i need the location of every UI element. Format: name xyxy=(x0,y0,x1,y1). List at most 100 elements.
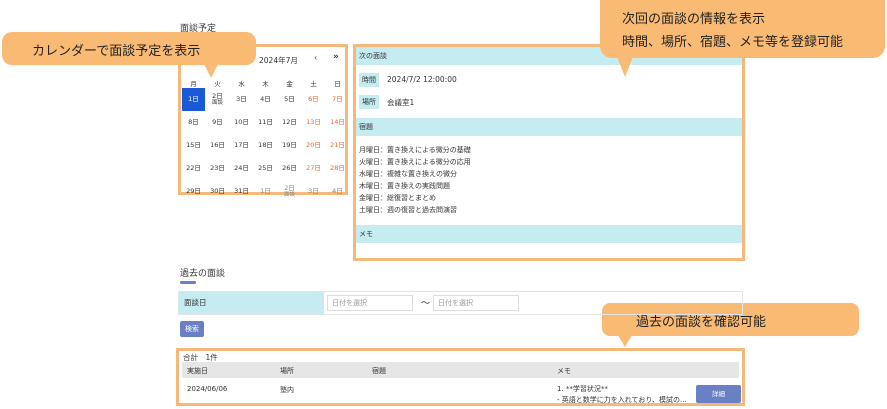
calendar-day[interactable]: 3日 xyxy=(230,88,253,111)
day-number: 10日 xyxy=(234,118,249,127)
calendar-day[interactable]: 1日 xyxy=(182,88,205,111)
next-meeting-panel: 次の面談 時間 2024/7/2 12:00:00 場所 会議室1 宿題 月曜日… xyxy=(353,44,745,261)
memo-header: メモ xyxy=(356,225,742,243)
day-number: 9日 xyxy=(212,118,223,127)
calendar-day[interactable]: 26日 xyxy=(278,157,301,180)
calendar-day[interactable]: 2日 面談 xyxy=(206,88,229,111)
day-number: 11日 xyxy=(258,118,273,127)
day-number: 5日 xyxy=(284,95,295,104)
column-header: 実施日 xyxy=(187,367,208,375)
calendar-day[interactable]: 23日 xyxy=(206,157,229,180)
row-date: 2024/06/06 xyxy=(187,385,228,393)
homework-item: 火曜日：置き換えによる微分の応用 xyxy=(359,158,471,166)
weekday-header: 火 xyxy=(214,80,221,88)
day-number: 17日 xyxy=(234,141,249,150)
time-value: 2024/7/2 12:00:00 xyxy=(387,75,457,84)
calendar-day[interactable]: 15日 xyxy=(182,134,205,157)
day-number: 6日 xyxy=(308,95,319,104)
calendar-day[interactable]: 13日 xyxy=(302,111,325,134)
weekday-header: 水 xyxy=(238,80,245,88)
date-from-input[interactable]: 日付を選択 xyxy=(327,295,413,311)
day-number: 3日 xyxy=(236,95,247,104)
calendar-day[interactable]: 27日 xyxy=(302,157,325,180)
filter-label: 面談日 xyxy=(179,292,324,314)
day-number: 12日 xyxy=(282,118,297,127)
next-meeting-callout-line1: 次回の面談の情報を表示 xyxy=(622,12,766,27)
day-number: 13日 xyxy=(306,118,321,127)
date-to-input[interactable]: 日付を選択 xyxy=(433,295,519,311)
calendar-day[interactable]: 7日 xyxy=(326,88,349,111)
row-memo-line2: - 英語と数学に力を入れており、模試の... xyxy=(557,396,687,404)
day-number: 3日 xyxy=(308,187,319,196)
day-number: 1日 xyxy=(260,187,271,196)
next-month-button[interactable]: » xyxy=(333,52,339,62)
calendar-day[interactable]: 30日 xyxy=(206,180,229,203)
calendar-day[interactable]: 4日 xyxy=(326,180,349,203)
calendar-day[interactable]: 3日 xyxy=(302,180,325,203)
day-number: 20日 xyxy=(306,141,321,150)
calendar-day[interactable]: 6日 xyxy=(302,88,325,111)
calendar-day[interactable]: 10日 xyxy=(230,111,253,134)
search-button[interactable]: 検索 xyxy=(180,321,204,337)
day-number: 1日 xyxy=(188,95,199,104)
calendar-day[interactable]: 14日 xyxy=(326,111,349,134)
calendar-day[interactable]: 16日 xyxy=(206,134,229,157)
calendar-day[interactable]: 24日 xyxy=(230,157,253,180)
day-number: 2日 xyxy=(212,92,223,100)
next-meeting-callout: 次回の面談の情報を表示 時間、場所、宿題、メモ等を登録可能 xyxy=(600,0,885,58)
callout-pointer xyxy=(618,335,632,347)
past-meetings-title: 過去の面談 xyxy=(180,269,226,279)
row-place: 塾内 xyxy=(280,386,294,394)
weekday-header: 日 xyxy=(334,80,341,88)
calendar-day[interactable]: 12日 xyxy=(278,111,301,134)
next-meeting-callout-line2: 時間、場所、宿題、メモ等を登録可能 xyxy=(622,35,844,50)
calendar-day[interactable]: 22日 xyxy=(182,157,205,180)
calendar-day[interactable]: 25日 xyxy=(254,157,277,180)
callout-pointer xyxy=(617,57,633,77)
place-value: 会議室1 xyxy=(387,98,415,107)
day-number: 30日 xyxy=(210,187,225,196)
calendar-day[interactable]: 1日 xyxy=(254,180,277,203)
weekday-header: 木 xyxy=(262,80,269,88)
calendar-day[interactable]: 29日 xyxy=(182,180,205,203)
homework-item: 金曜日：総復習とまとめ xyxy=(359,194,436,202)
calendar-day[interactable]: 4日 xyxy=(254,88,277,111)
day-number: 21日 xyxy=(330,141,345,150)
callout-pointer xyxy=(204,64,218,78)
previous-month-button[interactable]: ‹ xyxy=(314,53,317,62)
place-label: 場所 xyxy=(359,95,379,109)
day-number: 22日 xyxy=(186,164,201,173)
calendar-day[interactable]: 21日 xyxy=(326,134,349,157)
detail-button[interactable]: 詳細 xyxy=(696,385,741,403)
calendar-day[interactable]: 17日 xyxy=(230,134,253,157)
row-memo-line1: 1. **学習状況** xyxy=(557,385,608,393)
day-number: 8日 xyxy=(188,118,199,127)
calendar-day[interactable]: 11日 xyxy=(254,111,277,134)
day-number: 25日 xyxy=(258,164,273,173)
day-number: 18日 xyxy=(258,141,273,150)
day-number: 28日 xyxy=(330,164,345,173)
day-number: 4日 xyxy=(332,187,343,196)
calendar-day[interactable]: 19日 xyxy=(278,134,301,157)
calendar-day[interactable]: 28日 xyxy=(326,157,349,180)
weekday-header: 月 xyxy=(190,80,197,88)
calendar-month-label: 2024年7月 xyxy=(259,56,298,65)
calendar-callout: カレンダーで面談予定を表示 xyxy=(2,32,256,65)
day-number: 16日 xyxy=(210,141,225,150)
day-number: 26日 xyxy=(282,164,297,173)
meeting-marker: 面談 xyxy=(283,192,295,199)
column-header: メモ xyxy=(557,367,571,375)
calendar-day[interactable]: 8日 xyxy=(182,111,205,134)
calendar-day[interactable]: 20日 xyxy=(302,134,325,157)
time-label: 時間 xyxy=(359,73,379,87)
column-header: 場所 xyxy=(280,367,294,375)
calendar-day[interactable]: 9日 xyxy=(206,111,229,134)
meeting-marker: 面談 xyxy=(211,100,223,107)
day-number: 15日 xyxy=(186,141,201,150)
weekday-header: 金 xyxy=(286,80,293,88)
calendar-day[interactable]: 18日 xyxy=(254,134,277,157)
calendar-day[interactable]: 31日 xyxy=(230,180,253,203)
date-filter: 面談日 日付を選択 〜 日付を選択 xyxy=(178,291,743,315)
calendar-day[interactable]: 2日 面談 xyxy=(278,180,301,203)
calendar-day[interactable]: 5日 xyxy=(278,88,301,111)
